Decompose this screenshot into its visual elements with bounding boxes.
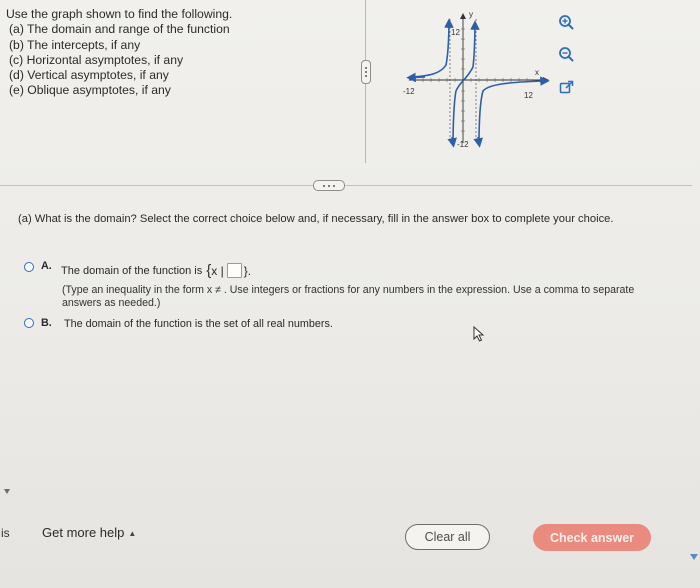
problem-intro: Use the graph shown to find the followin… (6, 7, 233, 21)
problem-part-c: (c) Horizontal asymptotes, if any (9, 52, 184, 67)
external-link-icon (559, 80, 573, 93)
option-a-letter: A. (41, 260, 52, 272)
y-axis-label: y (469, 10, 473, 19)
option-a-prefix: The domain of the function is (61, 264, 203, 277)
get-more-help-label: Get more help (42, 525, 125, 540)
question-screen: Use the graph shown to find the followin… (0, 0, 700, 588)
clear-all-button[interactable]: Clear all (405, 524, 490, 550)
x-right-tick-label: 12 (524, 91, 533, 100)
option-a-hint: (Type an inequality in the form x ≠ . Us… (62, 284, 635, 309)
y-top-tick-label: 12 (451, 28, 460, 37)
horizontal-divider (0, 185, 692, 186)
section-resize-handle[interactable] (313, 180, 345, 191)
mouse-cursor-icon (473, 326, 485, 342)
set-builder-notation: { x | }. (206, 262, 251, 279)
set-variable: x | (211, 263, 224, 278)
set-close-brace: }. (243, 263, 252, 278)
footer-left-text: is (1, 526, 10, 540)
problem-part-e: (e) Oblique asymptotes, if any (9, 83, 171, 98)
problem-part-a: (a) The domain and range of the function (9, 22, 230, 37)
scroll-down-arrow-icon[interactable] (690, 553, 698, 561)
domain-answer-input[interactable] (226, 263, 242, 278)
option-a-radio[interactable] (24, 262, 34, 272)
zoom-out-button[interactable] (556, 44, 576, 64)
question-text: (a) What is the domain? Select the corre… (18, 213, 614, 225)
problem-part-b: (b) The intercepts, if any (9, 37, 141, 52)
curve-left-branch (410, 18, 454, 78)
panel-resize-handle[interactable] (361, 60, 371, 84)
y-bottom-tick-label: -12 (457, 140, 469, 149)
option-a-statement: The domain of the function is { x | }. (61, 262, 251, 279)
option-b-radio[interactable] (24, 318, 34, 328)
curve-middle-branch (452, 20, 480, 141)
function-graph[interactable]: y 12 -12 -12 12 x (395, 5, 560, 155)
x-left-tick-label: -12 (403, 87, 415, 96)
check-answer-button[interactable]: Check answer (533, 524, 651, 551)
open-graph-new-window-button[interactable] (556, 77, 576, 97)
get-more-help-link[interactable]: Get more help ▲ (42, 525, 136, 540)
zoom-out-icon (558, 46, 574, 62)
collapse-arrow-icon[interactable] (4, 488, 10, 496)
curve-right-branch (478, 76, 550, 141)
graph-svg: y 12 -12 -12 12 x (403, 10, 550, 149)
option-b-letter: B. (41, 317, 52, 329)
zoom-in-icon (558, 14, 574, 30)
problem-part-d: (d) Vertical asymptotes, if any (9, 68, 169, 83)
zoom-in-button[interactable] (556, 12, 576, 32)
x-axis-label: x (535, 68, 539, 77)
option-b-text: The domain of the function is the set of… (64, 318, 333, 330)
problem-statement: Use the graph shown to find the followin… (6, 7, 256, 99)
caret-up-icon: ▲ (128, 529, 137, 539)
